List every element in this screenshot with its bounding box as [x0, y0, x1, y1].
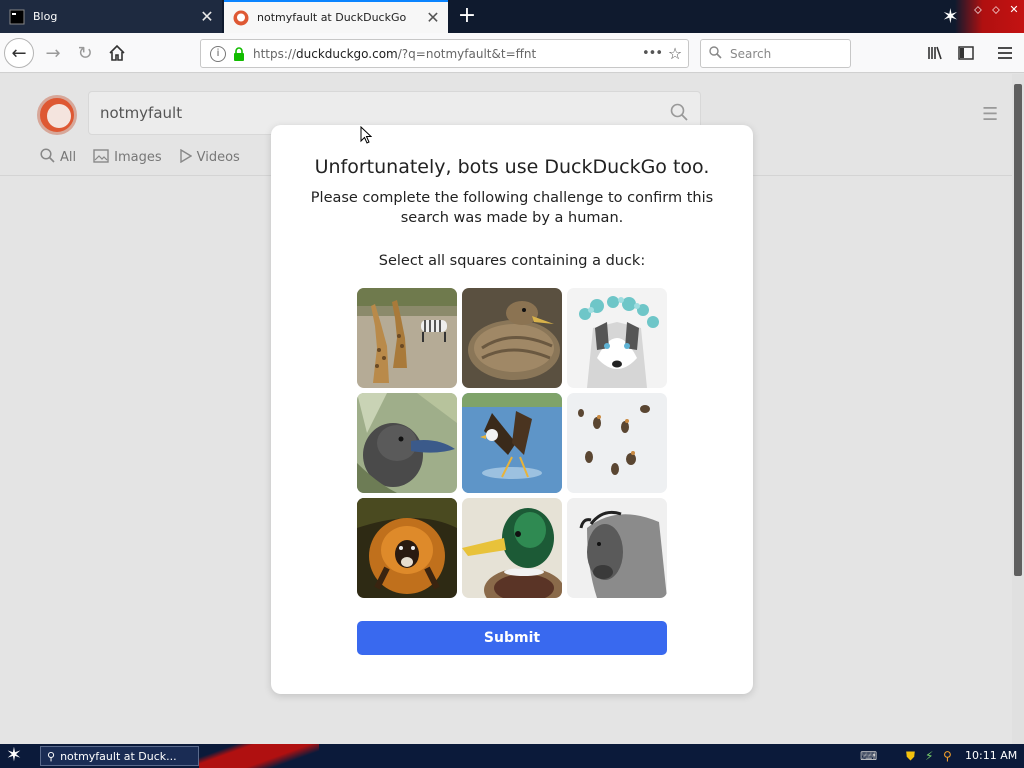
captcha-prompt: Select all squares containing a duck:: [378, 253, 646, 269]
mallard-duck-image: [462, 498, 562, 598]
captcha-tile-ducks-snow[interactable]: [567, 393, 667, 493]
reload-icon: ↻: [77, 42, 93, 64]
arrow-left-icon: ←: [11, 42, 27, 64]
reload-button[interactable]: ↻: [70, 38, 100, 68]
network-icon[interactable]: ⚡: [925, 747, 933, 765]
monkey-image: [357, 498, 457, 598]
search-icon: [709, 45, 722, 62]
giraffes-image: [357, 288, 457, 388]
lock-icon: [234, 46, 244, 61]
taskbar-window-button[interactable]: ⚲ notmyfault at Duck...: [40, 746, 199, 766]
maximize-icon[interactable]: ⬦: [988, 3, 1004, 17]
keyboard-icon[interactable]: ⌨: [860, 747, 877, 765]
husky-image: [567, 288, 667, 388]
tab-blog[interactable]: Blog ✕: [0, 0, 222, 33]
captcha-tile-giraffes[interactable]: [357, 288, 457, 388]
page-actions-icon[interactable]: •••: [642, 46, 663, 61]
close-window-icon[interactable]: ✕: [1006, 3, 1022, 16]
scrollbar-thumb[interactable]: [1014, 84, 1022, 576]
duckduckgo-favicon-icon: [233, 10, 249, 25]
url-bar[interactable]: i https://duckduckgo.com/?q=notmyfault&t…: [200, 39, 689, 68]
forward-button[interactable]: →: [38, 38, 68, 68]
hamburger-menu-button[interactable]: [990, 38, 1020, 68]
captcha-image-grid: [357, 288, 667, 598]
search-placeholder: Search: [730, 46, 772, 61]
duck-image: [462, 288, 562, 388]
info-icon[interactable]: i: [210, 45, 226, 62]
home-icon: [109, 44, 125, 61]
bison-image: [567, 498, 667, 598]
taskbar-decoration: [199, 744, 319, 768]
captcha-subtitle: Please complete the following challenge …: [310, 190, 714, 226]
arrow-right-icon: →: [45, 42, 61, 64]
play-icon: [179, 148, 192, 167]
browser-window: { "tabs": [ {"title": "Blog", "active": …: [0, 0, 1024, 768]
url-text[interactable]: https://duckduckgo.com/?q=notmyfault&t=f…: [253, 47, 642, 61]
ducks-in-snow-image: [567, 393, 667, 493]
search-bar[interactable]: Search: [700, 39, 851, 68]
back-button[interactable]: ←: [4, 38, 34, 68]
start-menu-star-icon[interactable]: ✶: [6, 744, 22, 766]
duck-face-icon: [47, 104, 71, 128]
tab-title: Blog: [33, 10, 58, 23]
taskbar: ✶ ⚲ notmyfault at Duck... ⌨ ⛊ ⚡ ⚲ 10:11 …: [0, 744, 1024, 768]
ddg-result-tabs: All Images Videos: [40, 148, 257, 167]
home-button[interactable]: [102, 38, 132, 68]
duckduckgo-logo[interactable]: [37, 95, 77, 135]
tab-images[interactable]: Images: [93, 148, 162, 167]
tab-all[interactable]: All: [40, 148, 76, 167]
captcha-dialog: Unfortunately, bots use DuckDuckGo too. …: [271, 125, 753, 694]
tab-title: notmyfault at DuckDuckGo: [257, 11, 407, 24]
star-icon: ✶: [942, 4, 959, 28]
hamburger-icon: [998, 47, 1012, 59]
close-tab-icon[interactable]: ✕: [196, 7, 218, 26]
captcha-tile-mallard[interactable]: [462, 498, 562, 598]
window-icon: ⚲: [47, 749, 56, 763]
terminal-icon: [9, 9, 25, 24]
captcha-tile-bison[interactable]: [567, 498, 667, 598]
captcha-tile-duck[interactable]: [357, 393, 457, 493]
captcha-tile-husky[interactable]: [567, 288, 667, 388]
eagle-image: [462, 393, 562, 493]
ddg-menu-icon[interactable]: ☰: [982, 106, 1002, 124]
mouse-cursor-icon: [360, 126, 372, 144]
sidebar-icon: [958, 46, 974, 60]
navigation-toolbar: ← → ↻ i https://duckduckgo.com/?q=notmyf…: [0, 33, 1024, 73]
taskbar-window-label: notmyfault at Duck...: [60, 749, 177, 763]
new-tab-button[interactable]: +: [454, 3, 480, 29]
scrollbar[interactable]: [1012, 74, 1024, 744]
magnifier-icon[interactable]: ⚲: [943, 747, 952, 765]
image-icon: [93, 148, 109, 167]
minimize-icon[interactable]: ⬦: [970, 3, 986, 17]
clock[interactable]: 10:11 AM: [965, 747, 1017, 765]
sidebar-button[interactable]: [951, 38, 981, 68]
tab-bar: Blog ✕ notmyfault at DuckDuckGo ✕ + ✶ ⬦ …: [0, 0, 1024, 33]
captcha-tile-duck[interactable]: [462, 288, 562, 388]
tab-videos[interactable]: Videos: [179, 148, 240, 167]
search-icon[interactable]: [670, 103, 688, 125]
ddg-search-query: notmyfault: [100, 104, 183, 122]
captcha-tile-eagle[interactable]: [462, 393, 562, 493]
captcha-tile-monkey[interactable]: [357, 498, 457, 598]
close-tab-icon[interactable]: ✕: [422, 8, 444, 27]
library-icon: [928, 46, 942, 60]
shield-icon[interactable]: ⛊: [906, 747, 915, 765]
tab-duckduckgo[interactable]: notmyfault at DuckDuckGo ✕: [224, 0, 448, 33]
bookmark-star-icon[interactable]: ☆: [662, 44, 688, 63]
library-button[interactable]: [920, 38, 950, 68]
search-icon: [40, 148, 55, 167]
duck-image: [357, 393, 457, 493]
captcha-title: Unfortunately, bots use DuckDuckGo too.: [314, 156, 710, 178]
submit-button[interactable]: Submit: [357, 621, 667, 655]
